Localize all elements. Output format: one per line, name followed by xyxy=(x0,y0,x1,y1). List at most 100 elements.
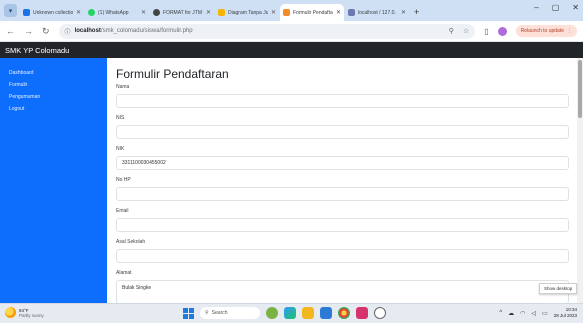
windows-start-icon[interactable] xyxy=(183,307,194,319)
maximize-button[interactable]: ▢ xyxy=(552,3,560,12)
tab-label: Formulir Pendafta xyxy=(293,9,333,16)
minimize-button[interactable]: – xyxy=(534,3,538,12)
relaunch-button[interactable]: Relaunch to update ⋮ xyxy=(515,25,577,37)
window-controls: – ▢ ✕ xyxy=(534,3,579,12)
form-group-nama: Nama xyxy=(116,84,577,115)
no-hp-input[interactable] xyxy=(116,187,569,201)
tab-label: FORMAT for JTM xyxy=(163,9,202,16)
tab-label: Unknown collection xyxy=(33,9,73,16)
weather-desc: Partly sunny xyxy=(19,312,44,318)
app-navbar: SMK YP Colomadu xyxy=(0,42,583,58)
reload-icon[interactable]: ↻ xyxy=(42,26,50,37)
sidebar-panel-icon[interactable]: ▯ xyxy=(484,27,488,36)
close-button[interactable]: ✕ xyxy=(572,3,579,12)
tab-close-icon[interactable]: ✕ xyxy=(76,9,81,16)
page-scrollbar[interactable] xyxy=(577,58,583,303)
battery-icon[interactable]: ▭ xyxy=(542,310,548,317)
clock-date: 28 Jul 2023 xyxy=(553,313,577,318)
search-icon: ⚲ xyxy=(205,310,209,316)
browser-tab[interactable]: Unknown collection ✕ xyxy=(20,4,84,21)
nis-input[interactable] xyxy=(116,125,569,139)
whatsapp-icon xyxy=(88,9,95,16)
nis-label: NIS xyxy=(116,115,125,121)
show-desktop-tooltip: Show desktop xyxy=(539,283,578,294)
alamat-textarea[interactable]: Bulak Singke xyxy=(116,280,569,303)
store-icon[interactable] xyxy=(320,307,332,319)
browser-tab-active[interactable]: Formulir Pendafta ✕ xyxy=(280,4,344,21)
taskbar-search[interactable]: ⚲ Search xyxy=(200,307,260,319)
relaunch-label: Relaunch to update xyxy=(520,28,564,34)
email-input[interactable] xyxy=(116,218,569,232)
browser-tab[interactable]: Diagram Tanpa Ju ✕ xyxy=(215,4,279,21)
tab-label: Diagram Tanpa Ju xyxy=(228,9,268,16)
doc-icon xyxy=(153,9,160,16)
tray-chevron-icon[interactable]: ^ xyxy=(499,310,502,316)
url-host: localhost xyxy=(74,28,101,34)
tab-close-icon[interactable]: ✕ xyxy=(401,9,406,16)
phpmyadmin-icon xyxy=(348,9,355,16)
form-group-nik: NIK 3311100030455002 xyxy=(116,146,577,177)
sidebar-item-pengumuman[interactable]: Pengumuman xyxy=(0,91,107,103)
asal-sekolah-label: Asal Sekolah xyxy=(116,239,146,245)
tab-label: (1) WhatsApp xyxy=(98,9,129,16)
chrome-icon[interactable] xyxy=(338,307,350,319)
asal-sekolah-input[interactable] xyxy=(116,249,569,263)
nama-label: Nama xyxy=(116,84,130,90)
tab-close-icon[interactable]: ✕ xyxy=(206,9,211,16)
nik-input[interactable]: 3311100030455002 xyxy=(116,156,569,170)
taskbar-search-label: Search xyxy=(211,310,228,316)
nama-input[interactable] xyxy=(116,94,569,108)
cloud-icon[interactable]: ☁ xyxy=(508,310,514,317)
nik-label: NIK xyxy=(116,146,125,152)
tab-close-icon[interactable]: ✕ xyxy=(141,9,146,16)
address-bar[interactable]: ⓘ localhost /smk_colomadu/siswa/formulir… xyxy=(58,23,476,39)
browser-tab[interactable]: (1) WhatsApp ✕ xyxy=(85,4,149,21)
sidebar-item-formulir[interactable]: Formulir xyxy=(0,79,107,91)
browser-tab[interactable]: localhost / 127.0. ✕ xyxy=(345,4,409,21)
collection-icon xyxy=(23,9,30,16)
zoom-icon[interactable]: ⚲ xyxy=(449,27,454,35)
scrollbar-thumb[interactable] xyxy=(578,60,582,118)
volume-icon[interactable]: ◁ xyxy=(531,310,536,317)
sidebar-item-dashboard[interactable]: Dashboard xyxy=(0,67,107,79)
url-path: /smk_colomadu/siswa/formulir.php xyxy=(100,28,193,34)
system-tray: ^ ☁ ◠ ◁ ▭ 10:34 28 Jul 2023 xyxy=(499,307,577,319)
no-hp-label: No HP xyxy=(116,177,131,183)
tab-close-icon[interactable]: ✕ xyxy=(271,9,276,16)
tab-search-icon[interactable]: ▾ xyxy=(4,4,17,17)
sun-icon xyxy=(5,307,16,318)
back-icon[interactable]: ← xyxy=(6,26,15,36)
taskbar-apps: ⚲ Search xyxy=(183,307,386,319)
sidebar: Dashboard Formulir Pengumuman Logout xyxy=(0,58,107,303)
site-info-icon[interactable]: ⓘ xyxy=(65,27,71,36)
taskbar: 84°F Partly sunny ⚲ Search ^ ☁ ◠ ◁ ▭ 10:… xyxy=(0,303,583,323)
clock[interactable]: 10:34 28 Jul 2023 xyxy=(554,307,577,319)
browser-tab[interactable]: FORMAT for JTM ✕ xyxy=(150,4,214,21)
browser-toolbar: ← → ↻ ⓘ localhost /smk_colomadu/siswa/fo… xyxy=(0,21,583,42)
brand-title[interactable]: SMK YP Colomadu xyxy=(5,46,69,55)
drive-icon xyxy=(218,9,225,16)
weather-widget[interactable]: 84°F Partly sunny xyxy=(5,307,44,318)
tab-label: localhost / 127.0. xyxy=(358,9,396,16)
alamat-label: Alamat xyxy=(116,270,132,276)
bookmark-star-icon[interactable]: ☆ xyxy=(463,27,469,35)
email-label: Email xyxy=(116,208,129,214)
app-pink-icon[interactable] xyxy=(356,307,368,319)
new-tab-button[interactable]: + xyxy=(414,7,419,17)
edge-icon[interactable] xyxy=(284,307,296,319)
more-menu-icon: ⋮ xyxy=(567,28,572,34)
page-title: Formulir Pendaftaran xyxy=(116,67,229,81)
form-group-nis: NIS xyxy=(116,115,577,146)
tab-close-icon[interactable]: ✕ xyxy=(336,9,341,16)
profile-avatar[interactable] xyxy=(497,26,507,36)
chat-icon[interactable] xyxy=(374,307,386,319)
form-group-email: Email xyxy=(116,208,577,239)
sidebar-item-logout[interactable]: Logout xyxy=(0,103,107,115)
form-icon xyxy=(283,9,290,16)
wifi-icon[interactable]: ◠ xyxy=(520,310,525,317)
file-explorer-icon[interactable] xyxy=(302,307,314,319)
forward-icon[interactable]: → xyxy=(24,26,33,36)
form-group-asal-sekolah: Asal Sekolah xyxy=(116,239,577,270)
app-icon[interactable] xyxy=(266,307,278,319)
form-group-no-hp: No HP xyxy=(116,177,577,208)
